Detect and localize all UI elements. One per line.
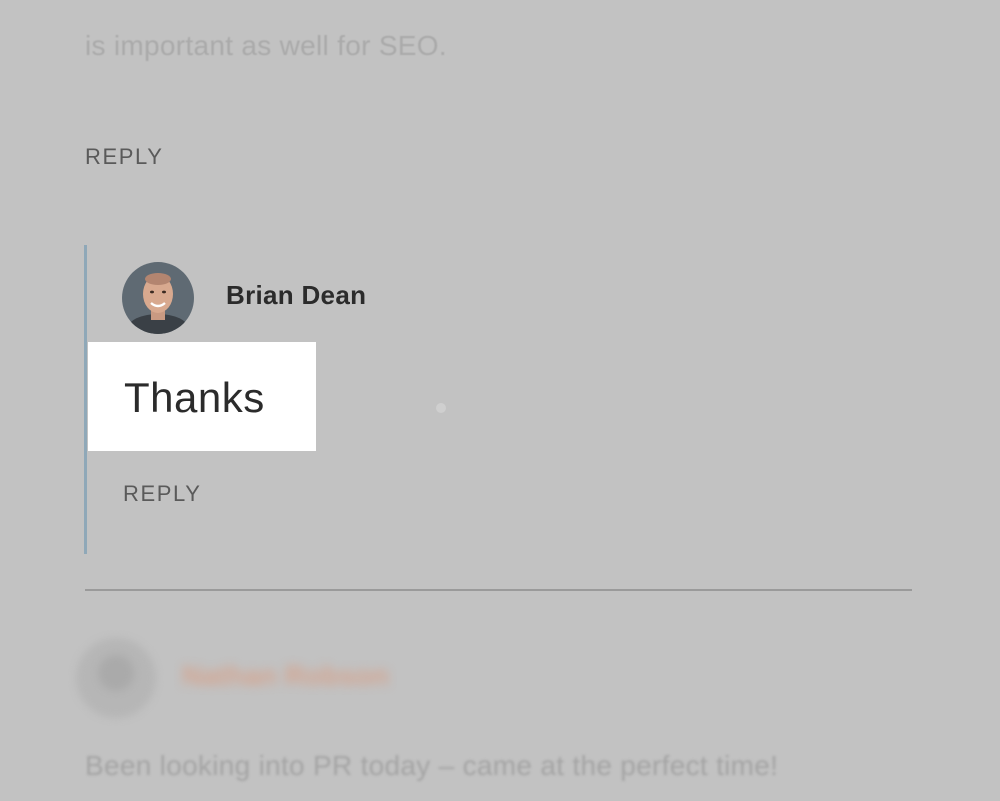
next-comment-author[interactable]: Nathan Robson bbox=[182, 660, 389, 692]
reply-button-previous[interactable]: REPLY bbox=[85, 144, 164, 170]
avatar bbox=[122, 262, 194, 334]
previous-comment-text: is important as well for SEO. bbox=[85, 30, 447, 61]
cursor-dot bbox=[436, 403, 446, 413]
next-comment-text: Been looking into PR today – came at the… bbox=[85, 750, 779, 781]
comment-text: Thanks bbox=[124, 374, 265, 421]
next-comment-avatar-inner bbox=[98, 655, 134, 691]
comment-divider bbox=[85, 589, 912, 591]
comment-author[interactable]: Brian Dean bbox=[226, 280, 366, 311]
reply-button[interactable]: REPLY bbox=[123, 481, 202, 507]
comment-highlight: Thanks bbox=[88, 342, 316, 451]
thread-indent-bar bbox=[84, 245, 87, 554]
